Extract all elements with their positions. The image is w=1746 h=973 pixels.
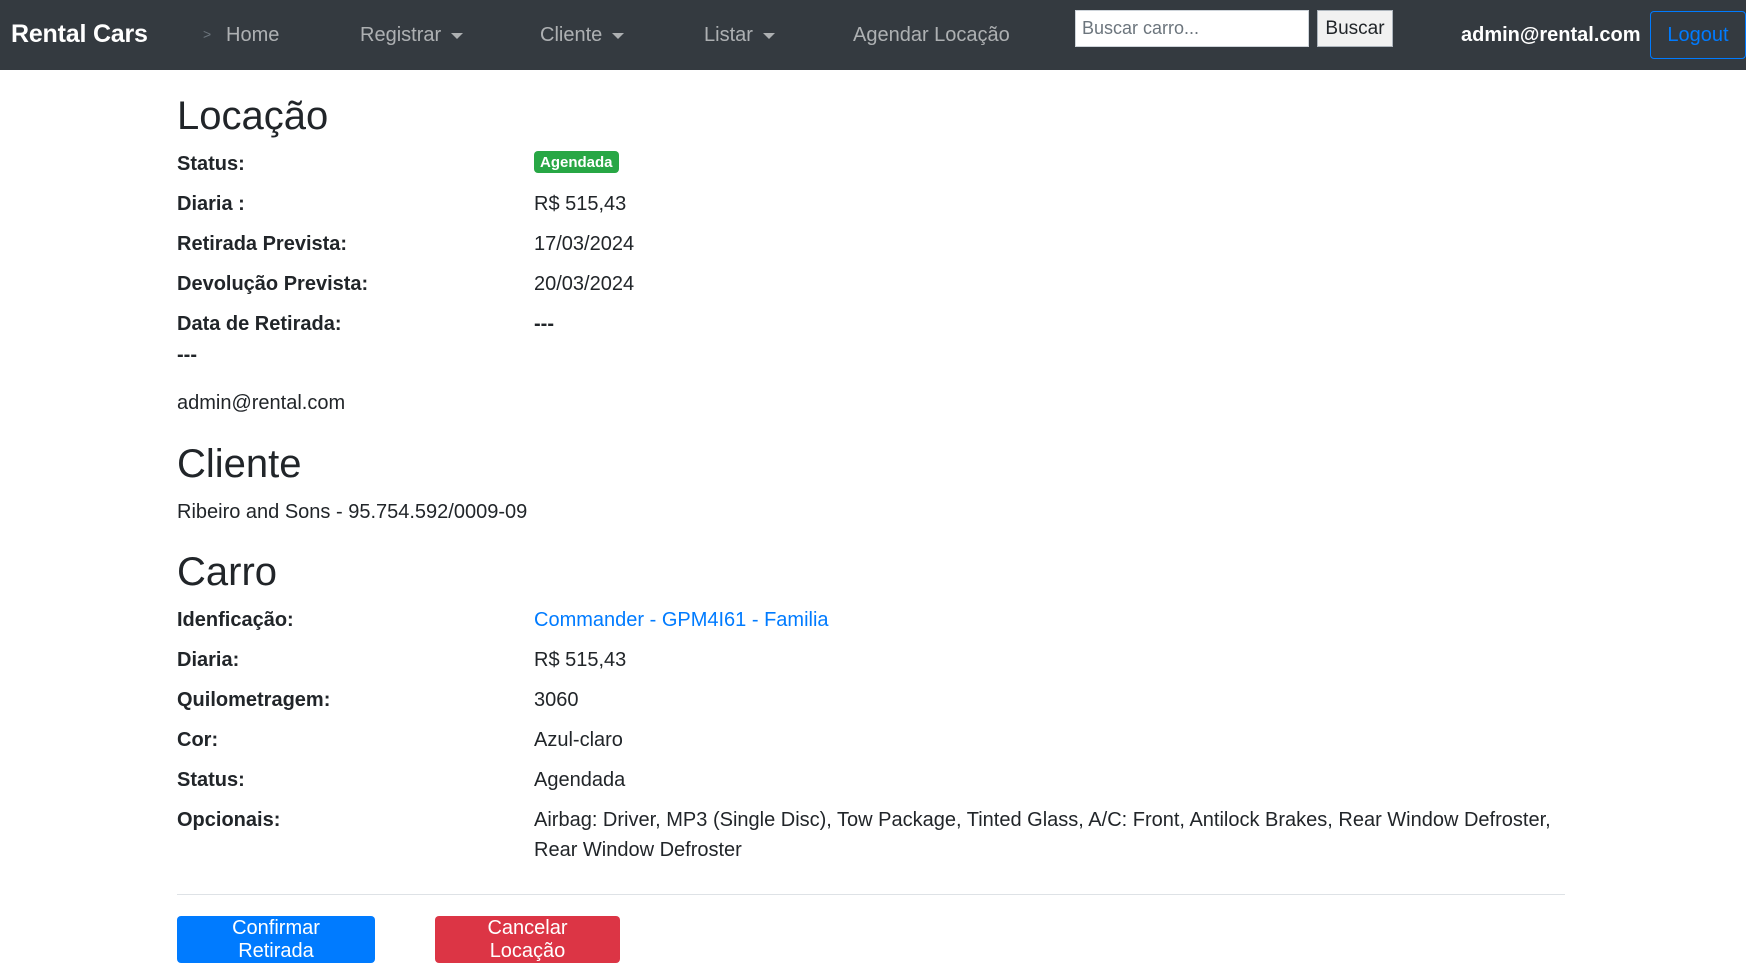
carro-title: Carro [177, 550, 278, 594]
cor-label: Cor: [177, 729, 219, 751]
identificacao-value: Commander - GPM4I61 - Familia [534, 605, 1569, 635]
chevron-down-icon [762, 32, 775, 39]
retirada-prevista-value: 17/03/2024 [534, 233, 635, 255]
search-input[interactable] [1075, 10, 1309, 47]
status-badge: Agendada [534, 151, 619, 173]
confirmar-retirada-button[interactable]: Confirmar Retirada [177, 916, 375, 963]
opcionais-value: Airbag: Driver, MP3 (Single Disc), Tow P… [534, 809, 1551, 861]
quilometragem-value: 3060 [534, 689, 579, 711]
nav-agendar-link[interactable]: Agendar Locação [853, 24, 1010, 47]
nav-listar-dropdown[interactable]: Listar [704, 24, 775, 47]
carro-diaria-value: R$ 515,43 [534, 649, 627, 671]
user-email: admin@rental.com [1461, 24, 1641, 46]
carro-status-value: Agendada [534, 769, 626, 791]
brand-logo[interactable]: Rental Cars [11, 20, 148, 49]
data-retirada-value: --- [534, 313, 554, 335]
diaria-value: R$ 515,43 [534, 193, 627, 215]
locacao-title: Locação [177, 94, 329, 138]
nav-registrar-dropdown[interactable]: Registrar [360, 24, 464, 47]
opcionais-label: Opcionais: [177, 809, 281, 831]
nav-cliente-label: Cliente [540, 24, 603, 46]
nav-agendar-label: Agendar Locação [853, 24, 1010, 46]
devolucao-prevista-value: 20/03/2024 [534, 273, 635, 295]
divider [177, 894, 1565, 895]
retirada-prevista-label: Retirada Prevista: [177, 233, 348, 255]
chevron-down-icon [612, 32, 625, 39]
car-link[interactable]: Commander - GPM4I61 - Familia [534, 609, 829, 631]
nav-home-label: Home [226, 24, 280, 46]
cliente-title: Cliente [177, 442, 302, 486]
logout-button[interactable]: Logout [1650, 11, 1746, 59]
identificacao-label: Idenficação: [177, 609, 294, 631]
search-button[interactable]: Buscar [1317, 10, 1393, 47]
cliente-info: Ribeiro and Sons - 95.754.592/0009-09 [177, 501, 528, 523]
diaria-label: Diaria : [177, 193, 245, 215]
cor-value: Azul-claro [534, 729, 623, 751]
nav-indicator-icon: > [203, 26, 212, 42]
status-value: Agendada [534, 149, 1569, 179]
locacao-user: admin@rental.com [177, 392, 346, 414]
nav-listar-label: Listar [704, 24, 753, 46]
top-navbar: Rental Cars > Home Registrar Cliente Lis… [0, 0, 1746, 70]
status-label: Status: [177, 153, 245, 175]
nav-cliente-dropdown[interactable]: Cliente [540, 24, 625, 47]
nav-home-link[interactable]: Home [226, 24, 279, 47]
carro-diaria-label: Diaria: [177, 649, 240, 671]
chevron-down-icon [451, 32, 464, 39]
nav-registrar-label: Registrar [360, 24, 442, 46]
devolucao-prevista-label: Devolução Prevista: [177, 273, 369, 295]
carro-status-label: Status: [177, 769, 245, 791]
extra-dashes: --- [177, 344, 197, 366]
cancelar-locacao-button[interactable]: Cancelar Locação [435, 916, 620, 963]
data-retirada-label: Data de Retirada: [177, 313, 342, 335]
quilometragem-label: Quilometragem: [177, 689, 331, 711]
